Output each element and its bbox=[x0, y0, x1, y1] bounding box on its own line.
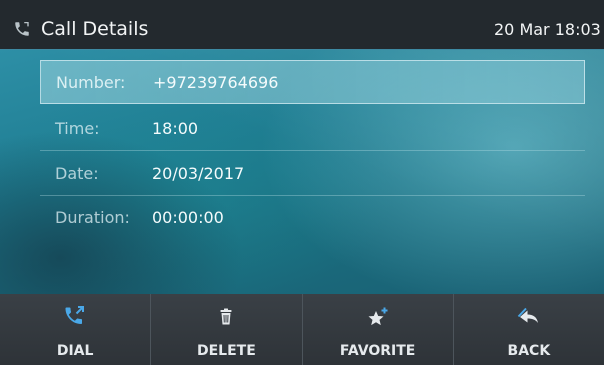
detail-label: Duration: bbox=[55, 208, 130, 227]
detail-value: 18:00 bbox=[152, 119, 199, 138]
back-button-label: BACK bbox=[507, 343, 551, 359]
detail-row-number[interactable]: Number: +97239764696 bbox=[40, 60, 585, 104]
detail-label: Number: bbox=[56, 73, 126, 92]
detail-value: 00:00:00 bbox=[152, 208, 224, 227]
call-details-screen: Call Details 20 Mar 18:03 Number: +97239… bbox=[0, 0, 604, 365]
status-bar: Call Details 20 Mar 18:03 bbox=[0, 0, 604, 50]
delete-button-label: DELETE bbox=[196, 343, 256, 359]
row-divider bbox=[40, 150, 585, 151]
delete-button[interactable]: DELETE bbox=[151, 294, 303, 365]
detail-row-duration[interactable]: Duration: 00:00:00 bbox=[40, 196, 585, 240]
detail-row-time[interactable]: Time: 18:00 bbox=[40, 107, 585, 151]
dial-button-label: DIAL bbox=[56, 343, 94, 359]
star-plus-icon bbox=[368, 307, 388, 326]
softkey-bar: DIAL DELETE FAVORITE BACK bbox=[0, 294, 604, 365]
favorite-button[interactable]: FAVORITE bbox=[303, 294, 454, 365]
trash-icon bbox=[220, 308, 232, 325]
favorite-button-label: FAVORITE bbox=[339, 343, 416, 359]
back-arrow-icon bbox=[517, 307, 538, 323]
detail-label: Date: bbox=[55, 164, 99, 183]
date-time-readout: 20 Mar 18:03 bbox=[494, 20, 601, 39]
detail-value: +97239764696 bbox=[153, 73, 279, 92]
detail-label: Time: bbox=[55, 119, 100, 138]
call-details-panel: Number: +97239764696 Time: 18:00 Date: 2… bbox=[0, 50, 604, 294]
dial-button[interactable]: DIAL bbox=[0, 294, 152, 365]
phone-icon bbox=[15, 21, 29, 36]
page-title: Call Details bbox=[41, 18, 149, 40]
dial-icon bbox=[65, 306, 85, 324]
detail-value: 20/03/2017 bbox=[152, 164, 245, 183]
back-button[interactable]: BACK bbox=[454, 294, 604, 365]
detail-row-date[interactable]: Date: 20/03/2017 bbox=[40, 152, 585, 196]
